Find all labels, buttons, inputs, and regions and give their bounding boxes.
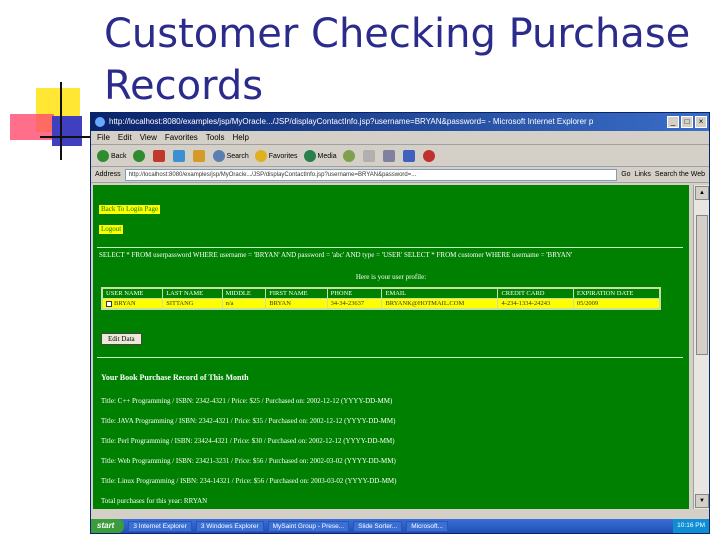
slide-title-line-2: Records	[104, 63, 264, 109]
system-tray-clock: 10:16 PM	[673, 519, 709, 533]
edit-icon[interactable]	[402, 149, 415, 162]
search-icon	[212, 149, 225, 162]
star-icon	[254, 149, 267, 162]
maximize-button[interactable]: □	[681, 116, 693, 128]
browser-window: http://localhost:8080/examples/jsp/MyOra…	[90, 112, 710, 534]
search-the-web-button[interactable]: Search the Web	[655, 171, 705, 178]
cell-last-name: SITTANG	[162, 298, 223, 310]
purchase-record-heading: Your Book Purchase Record of This Month	[101, 373, 249, 382]
favorites-button[interactable]: Favorites	[254, 149, 298, 162]
edit-data-button[interactable]: Edit Data	[101, 333, 142, 345]
minimize-button[interactable]: _	[667, 116, 679, 128]
col-header-first-name: FIRST NAME	[265, 287, 328, 299]
col-header-middle: MIDDLE	[221, 287, 267, 299]
cell-phone: 34-34-23637	[326, 298, 383, 310]
toolbar: Back Search Favorites Media	[91, 145, 709, 167]
home-icon[interactable]	[192, 149, 205, 162]
decor-blue-square	[52, 116, 82, 146]
row-select-checkbox[interactable]	[106, 300, 112, 307]
cell-first-name: BRYAN	[265, 298, 328, 310]
start-button[interactable]: start	[91, 519, 125, 533]
vertical-scrollbar[interactable]: ▲ ▼	[693, 185, 709, 509]
divider	[97, 247, 683, 248]
menu-file[interactable]: File	[97, 131, 110, 144]
profile-caption: Here is your user profile:	[355, 273, 427, 281]
window-titlebar[interactable]: http://localhost:8080/examples/jsp/MyOra…	[91, 113, 709, 131]
go-button[interactable]: Go	[621, 171, 630, 178]
address-input[interactable]: http://localhost:8080/examples/jsp/MyOra…	[124, 168, 618, 181]
sql-debug-text: SELECT * FROM userpassword WHERE usernam…	[99, 251, 573, 259]
col-header-expiration-date: EXPIRATION DATE	[572, 287, 661, 299]
purchase-total-line: Total purchases for this year: RRYAN	[101, 497, 208, 505]
close-button[interactable]: ×	[695, 116, 707, 128]
back-arrow-icon	[97, 149, 109, 162]
mail-icon[interactable]	[362, 149, 375, 162]
divider	[97, 357, 683, 358]
media-button[interactable]: Media	[303, 149, 337, 162]
history-icon[interactable]	[342, 149, 355, 162]
forward-arrow-icon[interactable]	[132, 149, 145, 162]
col-header-last-name: LAST NAME	[162, 287, 223, 299]
purchase-record-line: Title: JAVA Programming / ISBN: 2342-432…	[101, 417, 396, 425]
back-to-login-link[interactable]: Back To Login Page	[99, 205, 161, 214]
menu-favorites[interactable]: Favorites	[165, 131, 198, 144]
messenger-icon[interactable]	[422, 149, 435, 162]
cell-middle: n/a	[221, 298, 267, 310]
ie-icon	[95, 117, 105, 127]
table-row: BRYAN SITTANG n/a BRYAN 34-34-23637 BRYA…	[101, 298, 661, 310]
purchase-record-line: Title: Web Programming / ISBN: 23421-323…	[101, 457, 396, 465]
page-content: Back To Login Page Logout SELECT * FROM …	[93, 185, 689, 509]
links-button[interactable]: Links	[635, 171, 651, 178]
scroll-thumb[interactable]	[696, 215, 708, 355]
slide-title-line-1: Customer Checking Purchase	[104, 11, 691, 57]
menu-view[interactable]: View	[140, 131, 157, 144]
menu-help[interactable]: Help	[232, 131, 248, 144]
logout-link[interactable]: Logout	[99, 225, 124, 234]
slide-title: Customer Checking Purchase Records	[104, 8, 704, 112]
address-label: Address	[95, 171, 121, 178]
taskbar-item[interactable]: MySaint Group - Prese...	[267, 520, 350, 532]
media-icon	[303, 149, 316, 162]
refresh-icon[interactable]	[172, 149, 185, 162]
search-button[interactable]: Search	[212, 149, 249, 162]
scroll-up-icon[interactable]: ▲	[695, 186, 709, 200]
purchase-record-line: Title: Perl Programming / ISBN: 23424-43…	[101, 437, 395, 445]
taskbar-item[interactable]: 3 Windows Explorer	[195, 520, 264, 532]
profile-table: USER NAME LAST NAME MIDDLE FIRST NAME PH…	[101, 287, 661, 310]
col-header-user-name: USER NAME	[101, 287, 164, 299]
purchase-record-line: Title: C++ Programming / ISBN: 2342-4321…	[101, 397, 393, 405]
col-header-email: EMAIL	[381, 287, 499, 299]
back-button[interactable]: Back	[97, 149, 127, 162]
menu-tools[interactable]: Tools	[206, 131, 225, 144]
print-icon[interactable]	[382, 149, 395, 162]
cell-user-name: BRYAN	[101, 298, 164, 310]
menu-edit[interactable]: Edit	[118, 131, 132, 144]
taskbar-item[interactable]: 3 Internet Explorer	[128, 520, 192, 532]
col-header-phone: PHONE	[326, 287, 383, 299]
address-bar: Address http://localhost:8080/examples/j…	[91, 167, 709, 183]
scroll-down-icon[interactable]: ▼	[695, 494, 709, 508]
window-title: http://localhost:8080/examples/jsp/MyOra…	[109, 117, 594, 126]
cell-credit-card: 4-234-1334-24243	[497, 298, 574, 310]
stop-icon[interactable]	[152, 149, 165, 162]
cell-expiration-date: 05/2009	[572, 298, 661, 310]
table-header-row: USER NAME LAST NAME MIDDLE FIRST NAME PH…	[101, 287, 661, 299]
taskbar-item[interactable]: Slide Sorter...	[353, 520, 403, 532]
decor-vertical-line	[60, 82, 62, 160]
col-header-credit-card: CREDIT CARD	[497, 287, 574, 299]
taskbar: start 3 Internet Explorer 3 Windows Expl…	[91, 519, 709, 533]
purchase-record-line: Title: Linux Programming / ISBN: 234-143…	[101, 477, 397, 485]
menu-bar: File Edit View Favorites Tools Help	[91, 131, 709, 145]
cell-email: BRYANK@HOTMAIL.COM	[381, 298, 499, 310]
taskbar-item[interactable]: Microsoft...	[406, 520, 448, 532]
